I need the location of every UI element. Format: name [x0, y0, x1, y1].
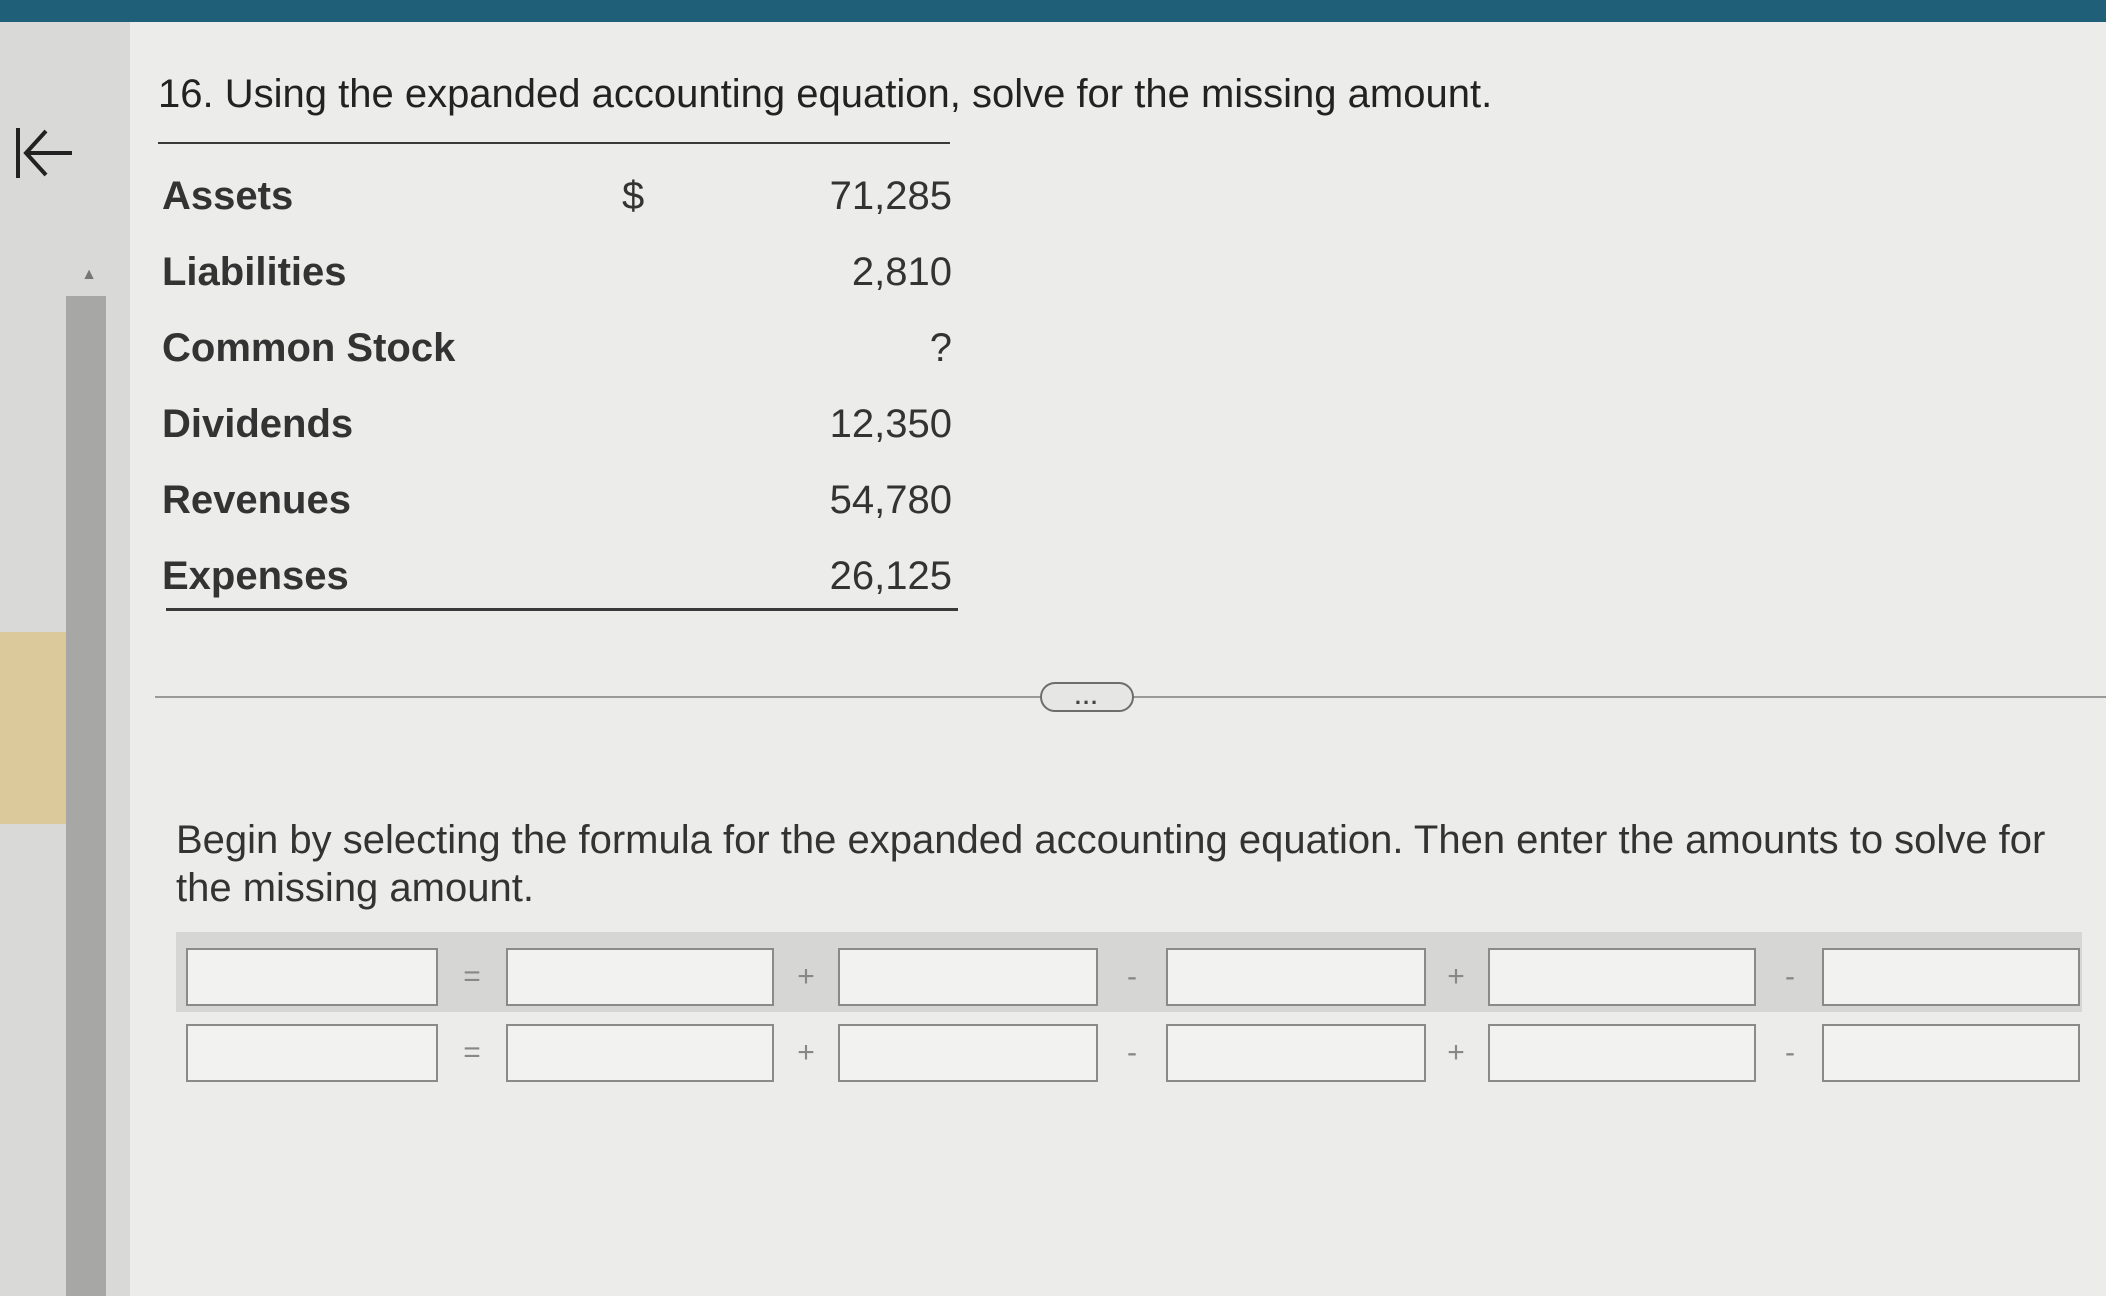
- row-label: Expenses: [162, 554, 349, 598]
- minus-sign: -: [1127, 960, 1137, 993]
- scrollbar-thumb[interactable]: [66, 296, 106, 1296]
- back-to-first-button[interactable]: [8, 118, 78, 188]
- row-value: 71,285: [829, 174, 952, 218]
- formula-select-1[interactable]: [186, 948, 438, 1006]
- scroll-up-arrow-icon: ▲: [81, 266, 97, 283]
- row-label: Dividends: [162, 402, 354, 446]
- row-value: 12,350: [829, 402, 952, 446]
- amount-input-5[interactable]: [1488, 1024, 1756, 1082]
- data-row-common-stock: Common Stock ?: [162, 326, 952, 386]
- row-label: Revenues: [162, 478, 351, 522]
- data-row-revenues: Revenues 54,780: [162, 478, 952, 538]
- plus-sign: +: [797, 1036, 815, 1069]
- amount-input-1[interactable]: [186, 1024, 438, 1082]
- table-top-rule: [158, 142, 950, 144]
- instructions-text: Begin by selecting the formula for the e…: [176, 818, 2046, 910]
- minus-sign: -: [1127, 1036, 1137, 1069]
- plus-sign: +: [1447, 960, 1465, 993]
- row-label: Assets: [162, 174, 294, 218]
- row-value: 2,810: [851, 250, 952, 294]
- equals-sign: =: [463, 1036, 481, 1069]
- top-bar: [0, 0, 2106, 22]
- formula-select-2[interactable]: [506, 948, 774, 1006]
- minus-sign: -: [1785, 1036, 1795, 1069]
- scroll-up-button[interactable]: ▲: [74, 262, 104, 288]
- formula-select-4[interactable]: [1166, 948, 1426, 1006]
- formula-select-3[interactable]: [838, 948, 1098, 1006]
- amount-input-4[interactable]: [1166, 1024, 1426, 1082]
- row-value: ?: [929, 326, 952, 370]
- data-row-liabilities: Liabilities 2,810: [162, 250, 952, 310]
- formula-select-5[interactable]: [1488, 948, 1756, 1006]
- question-title: 16. Using the expanded accounting equati…: [158, 72, 1493, 116]
- row-label: Common Stock: [162, 326, 456, 370]
- table-bottom-rule: [166, 608, 958, 611]
- data-row-assets: Assets $ 71,285: [162, 174, 952, 234]
- formula-row-2: = + - + -: [0, 1024, 2106, 1084]
- equals-sign: =: [463, 960, 481, 993]
- amount-input-6[interactable]: [1822, 1024, 2080, 1082]
- data-row-dividends: Dividends 12,350: [162, 402, 952, 462]
- row-label: Liabilities: [162, 250, 347, 294]
- data-row-expenses: Expenses 26,125: [162, 554, 952, 614]
- first-page-arrow-icon: [16, 128, 72, 178]
- nav-highlight[interactable]: [0, 632, 74, 824]
- plus-sign: +: [1447, 1036, 1465, 1069]
- row-value: 26,125: [829, 554, 952, 598]
- formula-select-6[interactable]: [1822, 948, 2080, 1006]
- expand-button[interactable]: ...: [1040, 682, 1134, 712]
- amount-input-3[interactable]: [838, 1024, 1098, 1082]
- currency-symbol: $: [622, 174, 645, 218]
- formula-row-1: = + - + -: [0, 948, 2106, 1008]
- plus-sign: +: [797, 960, 815, 993]
- amount-input-2[interactable]: [506, 1024, 774, 1082]
- minus-sign: -: [1785, 960, 1795, 993]
- row-value: 54,780: [829, 478, 952, 522]
